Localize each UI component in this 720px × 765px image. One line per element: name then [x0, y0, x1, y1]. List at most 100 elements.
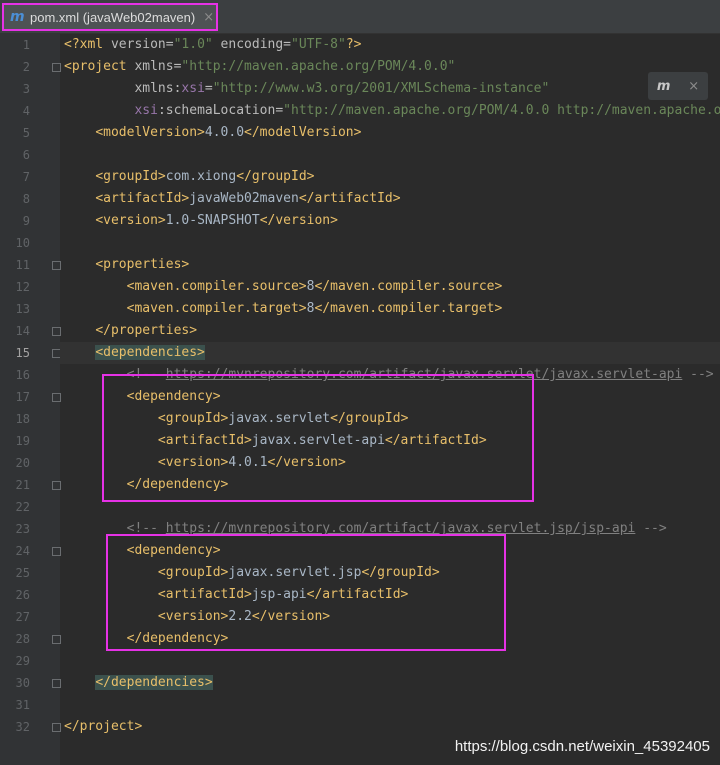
code-line: <maven.compiler.target>8</maven.compiler… [64, 298, 503, 320]
highlight-box-jsp-dependency [106, 534, 506, 651]
code-line: <project xmlns="http://maven.apache.org/… [64, 56, 455, 78]
code-token: </groupId> [236, 169, 315, 184]
close-icon[interactable]: × [688, 79, 699, 94]
code-token: <modelVersion> [95, 125, 205, 140]
code-token: version= [110, 37, 174, 52]
tab-pom-xml[interactable]: m pom.xml (javaWeb02maven) × [2, 3, 218, 31]
code-token: </project> [64, 719, 143, 734]
code-token: </maven.compiler.source> [314, 279, 503, 294]
line-number: 6 [22, 148, 30, 162]
code-line: <properties> [64, 254, 189, 276]
code-token: xmlns= [134, 59, 182, 74]
line-number: 12 [15, 280, 30, 294]
code-token: encoding= [212, 37, 292, 52]
line-number: 23 [15, 522, 30, 536]
maven-reload-popup: m × [648, 72, 708, 100]
line-number: 29 [15, 654, 30, 668]
code-token: --> [682, 367, 714, 382]
maven-reload-icon[interactable]: m [657, 79, 671, 94]
line-number: 24 [15, 544, 30, 558]
code-line: <modelVersion>4.0.0</modelVersion> [64, 122, 361, 144]
maven-file-icon: m [10, 9, 25, 25]
line-number: 14 [15, 324, 30, 338]
code-token: "http://maven.apache.org/POM/4.0.0 http:… [283, 103, 720, 118]
line-number: 15 [15, 346, 30, 360]
line-number: 5 [22, 126, 30, 140]
tab-label: pom.xml (javaWeb02maven) [30, 9, 196, 25]
editor-tab-bar: m pom.xml (javaWeb02maven) × [0, 0, 720, 34]
code-token: --> [635, 521, 667, 536]
line-number: 20 [15, 456, 30, 470]
code-token: "http://www.w3.org/2001/XMLSchema-instan… [212, 81, 550, 96]
line-number: 22 [15, 500, 30, 514]
line-number: 25 [15, 566, 30, 580]
code-token: 4.0.0 [204, 125, 245, 140]
code-token: com.xiong [165, 169, 237, 184]
code-token: <dependencies> [95, 345, 205, 360]
code-token: <properties> [95, 257, 190, 272]
code-line: <?xml version="1.0" encoding="UTF-8"?> [64, 34, 361, 56]
code-token: xsi [134, 103, 158, 118]
code-token: xmlns: [134, 81, 182, 96]
code-line: </dependencies> [64, 672, 213, 694]
code-token: "http://maven.apache.org/POM/4.0.0" [181, 59, 456, 74]
line-number: 18 [15, 412, 30, 426]
code-token: "UTF-8" [291, 37, 346, 52]
line-number: 32 [15, 720, 30, 734]
code-line: <dependencies> [60, 342, 720, 364]
code-token: ?> [345, 37, 362, 52]
code-token: <?xml [64, 37, 111, 52]
code-token: "1.0" [173, 37, 213, 52]
line-number: 9 [22, 214, 30, 228]
code-line: <maven.compiler.source>8</maven.compiler… [64, 276, 503, 298]
line-number: 21 [15, 478, 30, 492]
line-number: 10 [15, 236, 30, 250]
line-number: 27 [15, 610, 30, 624]
line-number: 8 [22, 192, 30, 206]
code-line: <groupId>com.xiong</groupId> [64, 166, 315, 188]
code-token: </properties> [95, 323, 198, 338]
line-number: 13 [15, 302, 30, 316]
watermark: https://blog.csdn.net/weixin_45392405 [454, 738, 710, 755]
line-number: 11 [15, 258, 30, 272]
line-number: 19 [15, 434, 30, 448]
line-number: 7 [22, 170, 30, 184]
code-token: </artifactId> [298, 191, 401, 206]
code-line: <artifactId>javaWeb02maven</artifactId> [64, 188, 401, 210]
line-number: 3 [22, 82, 30, 96]
line-number: 2 [22, 60, 30, 74]
code-token: </maven.compiler.target> [314, 301, 503, 316]
code-token: </version> [259, 213, 338, 228]
code-token: :schemaLocation= [157, 103, 284, 118]
code-token: <version> [95, 213, 166, 228]
line-number: 28 [15, 632, 30, 646]
highlight-box-servlet-dependency [102, 374, 534, 502]
line-number: 4 [22, 104, 30, 118]
code-line: </project> [64, 716, 142, 738]
code-token: = [204, 81, 213, 96]
code-token: <maven.compiler.target> [126, 301, 307, 316]
code-token: </modelVersion> [244, 125, 362, 140]
code-token: xsi [181, 81, 205, 96]
close-icon[interactable]: × [203, 10, 214, 25]
code-token: <artifactId> [95, 191, 190, 206]
line-number: 31 [15, 698, 30, 712]
code-token: <groupId> [95, 169, 166, 184]
code-line: xmlns:xsi="http://www.w3.org/2001/XMLSch… [64, 78, 549, 100]
code-line: </properties> [64, 320, 197, 342]
code-token: <maven.compiler.source> [126, 279, 307, 294]
line-number: 17 [15, 390, 30, 404]
line-number: 26 [15, 588, 30, 602]
line-number: 1 [22, 38, 30, 52]
line-number: 30 [15, 676, 30, 690]
